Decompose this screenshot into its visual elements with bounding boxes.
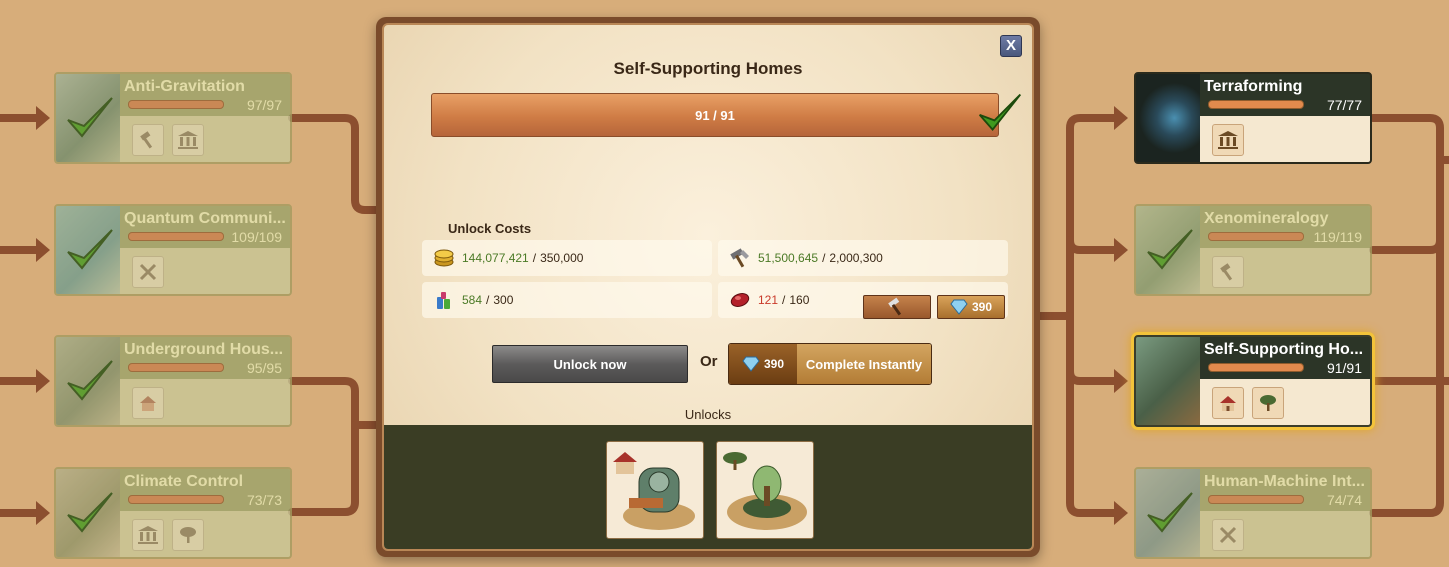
tree-icon[interactable] — [172, 519, 204, 551]
tech-points: 77/77 — [1326, 97, 1362, 113]
tech-points: 109/109 — [231, 229, 282, 245]
dialog-panel: X Self-Supporting Homes 91 / 91 Unlock C… — [382, 23, 1034, 551]
tech-name: Underground Hous... — [124, 341, 284, 358]
tech-name: Terraforming — [1204, 78, 1303, 95]
tech-progress-bar — [1208, 363, 1304, 372]
tech-progress-bar — [1208, 232, 1304, 241]
cost-have: 51,500,645 — [758, 251, 819, 265]
cost-have: 121 — [758, 293, 779, 307]
tech-progress-bar — [128, 100, 224, 109]
close-button[interactable]: X — [1000, 35, 1022, 57]
building-icon[interactable] — [172, 124, 204, 156]
tech-name: Human-Machine Int... — [1204, 473, 1365, 490]
hammer-icon[interactable] — [132, 124, 164, 156]
completed-check-icon — [1147, 229, 1193, 270]
cost-coins: 144,077,421/350,000 — [422, 240, 712, 276]
tech-node-underground-housing[interactable]: Underground Hous... 95/95 — [54, 335, 292, 427]
cost-need: 300 — [493, 293, 514, 307]
tech-node-terraforming[interactable]: Terraforming 77/77 — [1134, 72, 1372, 164]
supplies-icon — [728, 246, 752, 270]
buy-with-supplies-button[interactable] — [863, 295, 931, 319]
tech-detail-dialog: X Self-Supporting Homes 91 / 91 Unlock C… — [376, 17, 1040, 557]
cost-need: 160 — [789, 293, 810, 307]
tech-progress-bar — [1208, 495, 1304, 504]
diamond-amount: 390 — [971, 300, 993, 314]
research-progress-bar: 91 / 91 — [431, 93, 999, 137]
diamond-icon — [950, 299, 968, 315]
tech-name: Quantum Communi... — [124, 210, 286, 227]
cost-have: 584 — [462, 293, 483, 307]
tech-thumbnail — [1136, 74, 1200, 162]
tree-icon[interactable] — [1252, 387, 1284, 419]
house-building-icon — [613, 452, 695, 530]
tree-building-icon — [723, 452, 807, 530]
tech-progress-bar — [128, 363, 224, 372]
building-icon[interactable] — [132, 519, 164, 551]
tech-name: Xenomineralogy — [1204, 210, 1329, 227]
swords-icon[interactable] — [132, 256, 164, 288]
unlocks-panel — [384, 425, 1032, 549]
dialog-title: Self-Supporting Homes — [613, 59, 803, 78]
completed-check-icon — [1147, 492, 1193, 533]
buy-with-diamonds-button[interactable]: 390 — [937, 295, 1005, 319]
hammer-icon[interactable] — [1212, 256, 1244, 288]
tech-points: 74/74 — [1326, 492, 1362, 508]
tech-thumbnail — [1136, 337, 1200, 425]
tech-progress-bar — [128, 232, 224, 241]
cost-need: 2,000,300 — [829, 251, 883, 265]
tech-points: 119/119 — [1313, 229, 1362, 245]
house-icon[interactable] — [1212, 387, 1244, 419]
cost-have: 144,077,421 — [462, 251, 529, 265]
complete-cost: 390 — [729, 344, 797, 384]
unlock-now-button[interactable]: Unlock now — [492, 345, 688, 383]
ruby-icon — [728, 288, 752, 312]
completed-check-icon — [978, 93, 1022, 132]
cost-goods: 584/300 — [422, 282, 712, 318]
building-icon[interactable] — [1212, 124, 1244, 156]
tech-node-quantum-communication[interactable]: Quantum Communi... 109/109 — [54, 204, 292, 296]
cost-need: 350,000 — [540, 251, 584, 265]
tech-name: Anti-Gravitation — [124, 78, 245, 95]
unlock-item-house-building[interactable] — [606, 441, 704, 539]
tech-node-xenomineralogy[interactable]: Xenomineralogy 119/119 — [1134, 204, 1372, 296]
completed-check-icon — [67, 229, 113, 270]
coins-icon — [432, 246, 456, 270]
unlock-item-tree-building[interactable] — [716, 441, 814, 539]
hammer-icon — [888, 297, 902, 316]
tech-name: Climate Control — [124, 473, 244, 490]
tech-node-climate-control[interactable]: Climate Control 73/73 — [54, 467, 292, 559]
progress-text: 91 / 91 — [695, 107, 735, 123]
tech-node-anti-gravitation[interactable]: Anti-Gravitation 97/97 — [54, 72, 292, 164]
tech-progress-bar — [128, 495, 224, 504]
diamond-icon — [742, 356, 760, 372]
tech-name: Self-Supporting Ho... — [1204, 341, 1364, 358]
cost-supplies: 51,500,645/2,000,300 — [718, 240, 1008, 276]
house-icon[interactable] — [132, 387, 164, 419]
tech-node-self-supporting-homes[interactable]: Self-Supporting Ho... 91/91 — [1134, 335, 1372, 427]
swords-icon[interactable] — [1212, 519, 1244, 551]
tech-points: 91/91 — [1326, 360, 1362, 376]
completed-check-icon — [67, 492, 113, 533]
tech-points: 73/73 — [246, 492, 282, 508]
unlocks-heading: Unlocks — [684, 407, 732, 422]
goods-icon — [432, 288, 456, 312]
tech-points: 97/97 — [246, 97, 282, 113]
complete-instantly-label: Complete Instantly — [797, 344, 931, 384]
completed-check-icon — [67, 97, 113, 138]
tech-progress-bar — [1208, 100, 1304, 109]
unlock-costs-heading: Unlock Costs — [448, 221, 532, 236]
complete-cost-amount: 390 — [763, 357, 785, 371]
tech-points: 95/95 — [246, 360, 282, 376]
complete-instantly-button[interactable]: 390 Complete Instantly — [728, 343, 932, 385]
completed-check-icon — [67, 360, 113, 401]
tech-node-human-machine-interface[interactable]: Human-Machine Int... 74/74 — [1134, 467, 1372, 559]
or-label: Or — [700, 353, 718, 370]
